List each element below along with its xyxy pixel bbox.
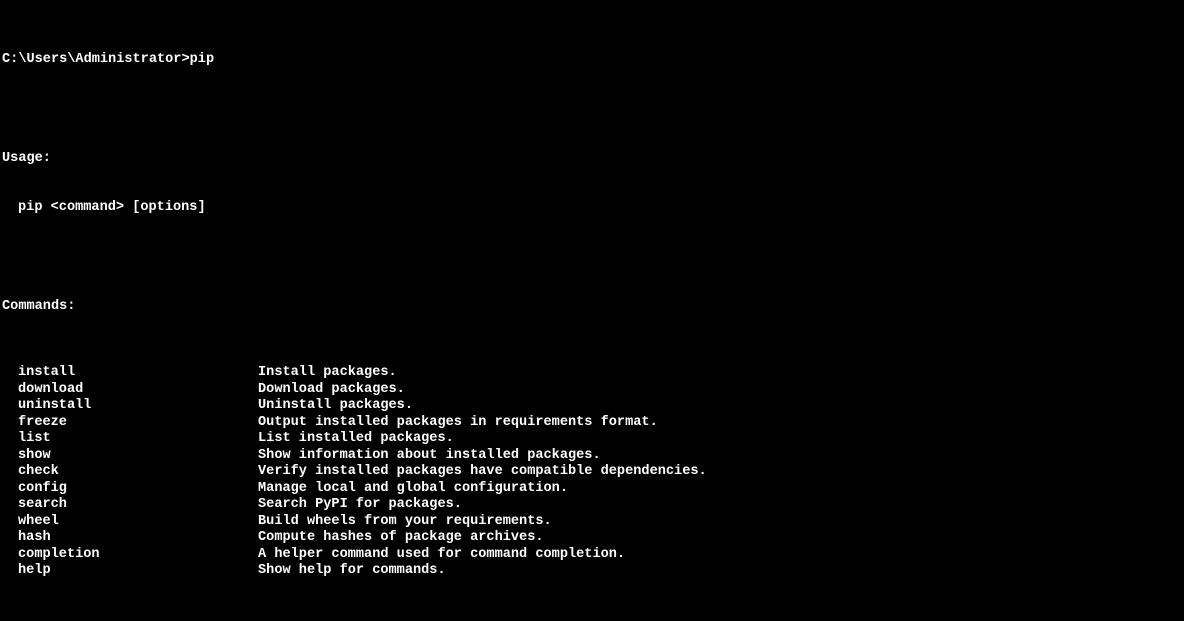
commands-header: Commands: <box>2 299 1182 316</box>
command-name: config <box>2 481 258 498</box>
command-row: listList installed packages. <box>2 431 1182 448</box>
command-name: freeze <box>2 415 258 432</box>
command-desc: Verify installed packages have compatibl… <box>258 464 1182 481</box>
command-row: downloadDownload packages. <box>2 382 1182 399</box>
command-name: uninstall <box>2 398 258 415</box>
command-name: hash <box>2 530 258 547</box>
command-desc: Build wheels from your requirements. <box>258 514 1182 531</box>
command-row: helpShow help for commands. <box>2 563 1182 580</box>
blank-line <box>2 101 1182 118</box>
command-name: list <box>2 431 258 448</box>
command-desc: Install packages. <box>258 365 1182 382</box>
command-row: wheelBuild wheels from your requirements… <box>2 514 1182 531</box>
command-row: configManage local and global configurat… <box>2 481 1182 498</box>
command-name: completion <box>2 547 258 564</box>
command-name: wheel <box>2 514 258 531</box>
command-name: show <box>2 448 258 465</box>
command-row: showShow information about installed pac… <box>2 448 1182 465</box>
command-desc: A helper command used for command comple… <box>258 547 1182 564</box>
command-desc: Download packages. <box>258 382 1182 399</box>
command-desc: Compute hashes of package archives. <box>258 530 1182 547</box>
command-desc: Output installed packages in requirement… <box>258 415 1182 432</box>
command-name: download <box>2 382 258 399</box>
command-desc: Show help for commands. <box>258 563 1182 580</box>
command-name: help <box>2 563 258 580</box>
command-row: installInstall packages. <box>2 365 1182 382</box>
command-desc: Manage local and global configuration. <box>258 481 1182 498</box>
terminal-window[interactable]: C:\Users\Administrator>pip Usage: pip <c… <box>0 0 1184 621</box>
command-name: check <box>2 464 258 481</box>
command-name: search <box>2 497 258 514</box>
blank-line <box>2 250 1182 267</box>
commands-list: installInstall packages.downloadDownload… <box>2 365 1182 580</box>
command-row: hashCompute hashes of package archives. <box>2 530 1182 547</box>
usage-line: pip <command> [options] <box>2 200 1182 217</box>
usage-header: Usage: <box>2 151 1182 168</box>
command-desc: Show information about installed package… <box>258 448 1182 465</box>
command-desc: List installed packages. <box>258 431 1182 448</box>
command-name: install <box>2 365 258 382</box>
command-desc: Search PyPI for packages. <box>258 497 1182 514</box>
command-row: checkVerify installed packages have comp… <box>2 464 1182 481</box>
command-desc: Uninstall packages. <box>258 398 1182 415</box>
command-row: searchSearch PyPI for packages. <box>2 497 1182 514</box>
prompt-line: C:\Users\Administrator>pip <box>2 52 1182 69</box>
command-row: uninstallUninstall packages. <box>2 398 1182 415</box>
command-row: completionA helper command used for comm… <box>2 547 1182 564</box>
command-row: freezeOutput installed packages in requi… <box>2 415 1182 432</box>
